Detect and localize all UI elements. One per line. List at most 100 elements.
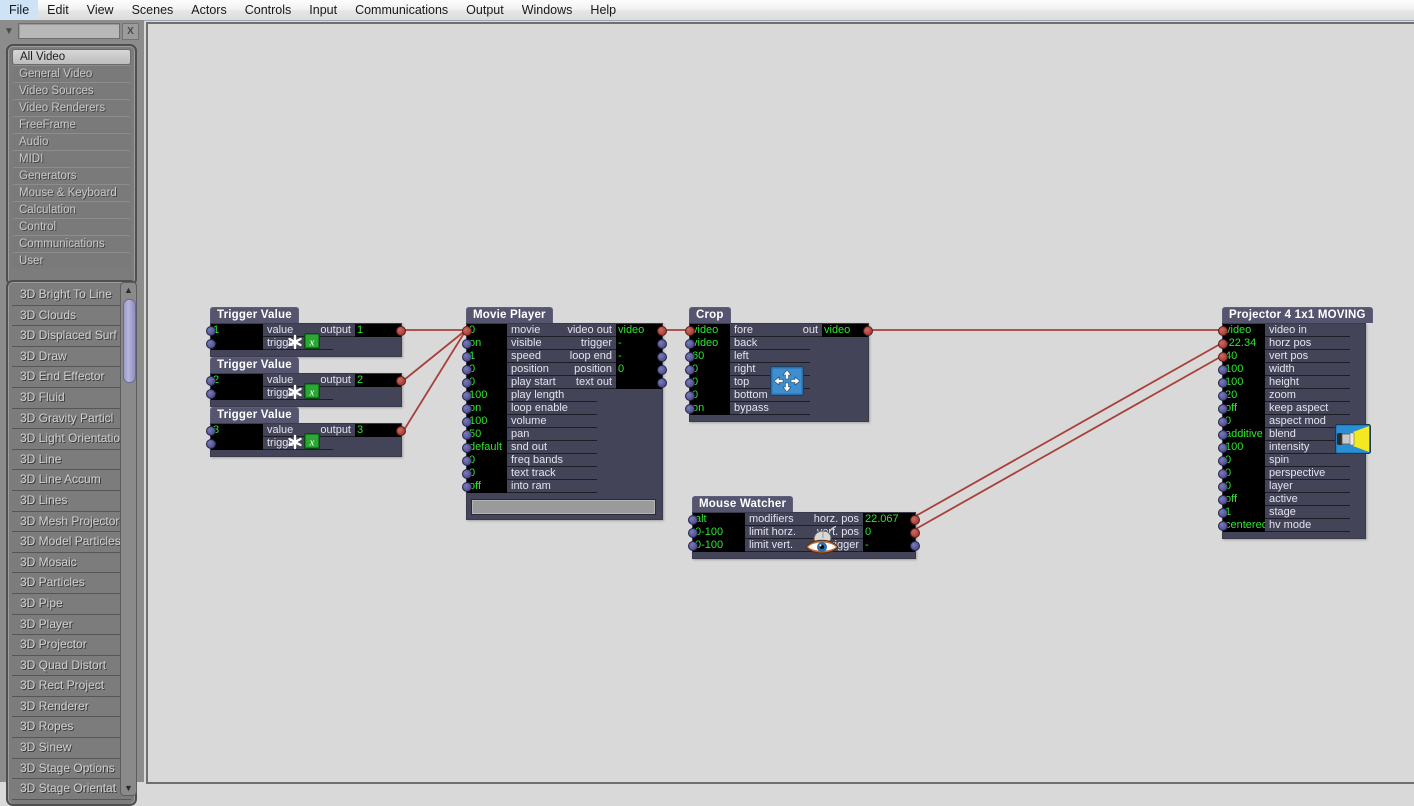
param-row[interactable]: 100 play length xyxy=(462,389,597,402)
param-value[interactable]: 100 xyxy=(1223,376,1265,389)
input-port[interactable] xyxy=(1218,521,1228,531)
category-item-midi[interactable]: MIDI xyxy=(12,150,131,167)
input-port[interactable] xyxy=(206,326,216,336)
actor-item[interactable]: 3D Line xyxy=(12,449,131,471)
input-port[interactable] xyxy=(1218,378,1228,388)
actor-item[interactable]: 3D Pipe xyxy=(12,593,131,615)
param-value[interactable]: 0-100 xyxy=(693,526,745,539)
actor-item[interactable]: 3D Rect Project xyxy=(12,676,131,697)
menu-item-scenes[interactable]: Scenes xyxy=(123,0,183,20)
input-port[interactable] xyxy=(1218,417,1228,427)
actor-item[interactable]: 3D Stage Orientat xyxy=(12,779,131,800)
actor-item[interactable]: 3D Projector xyxy=(12,635,131,656)
param-value[interactable]: 1 xyxy=(211,324,263,337)
output-value[interactable]: video xyxy=(616,324,662,337)
connection-wire[interactable] xyxy=(403,329,467,431)
param-row[interactable]: 100 intensity xyxy=(1218,441,1350,454)
param-row[interactable]: 0 aspect mod xyxy=(1218,415,1350,428)
param-row[interactable]: off active xyxy=(1218,493,1350,506)
input-port[interactable] xyxy=(1218,469,1228,479)
node-title-trigger-value-2[interactable]: Trigger Value xyxy=(210,357,299,373)
actor-item[interactable]: 3D Model Particles xyxy=(12,532,131,553)
output-value[interactable]: 0 xyxy=(863,526,915,539)
output-port[interactable] xyxy=(657,352,667,362)
input-port[interactable] xyxy=(462,326,472,336)
param-row[interactable]: 1 stage xyxy=(1218,506,1350,519)
menu-item-help[interactable]: Help xyxy=(581,0,625,20)
param-value[interactable]: - xyxy=(211,337,263,350)
category-item-communications[interactable]: Communications xyxy=(12,235,131,252)
output-value[interactable]: 22.067 xyxy=(863,513,915,526)
input-port[interactable] xyxy=(462,430,472,440)
actor-item[interactable]: 3D Mesh Projector xyxy=(12,511,131,533)
input-port[interactable] xyxy=(462,339,472,349)
category-item-generators[interactable]: Generators xyxy=(12,167,131,184)
param-row[interactable]: 0 text track xyxy=(462,467,597,480)
asterisk-icon[interactable] xyxy=(287,434,303,455)
input-port[interactable] xyxy=(206,439,216,449)
param-value[interactable]: 3 xyxy=(211,424,263,437)
node-movie-player[interactable]: Movie Player 0 movie on visible 1 speed 0 positi… xyxy=(462,305,667,520)
param-row[interactable]: 100 width xyxy=(1218,363,1350,376)
actor-item[interactable]: 3D Lines xyxy=(12,490,131,512)
output-port[interactable] xyxy=(657,365,667,375)
x-math-icon[interactable]: x xyxy=(304,433,320,454)
node-trigger-value-1[interactable]: Trigger Value1value-triggeroutput1x xyxy=(206,305,406,357)
asterisk-icon[interactable] xyxy=(287,384,303,405)
param-row[interactable]: 0 layer xyxy=(1218,480,1350,493)
param-row[interactable]: 0 freq bands xyxy=(462,454,597,467)
input-port[interactable] xyxy=(685,352,695,362)
actor-item[interactable]: 3D Clouds xyxy=(12,305,131,327)
param-value[interactable]: on xyxy=(690,402,730,415)
param-value[interactable]: 50 xyxy=(467,428,507,441)
node-title-mouse-watcher[interactable]: Mouse Watcher xyxy=(692,496,794,512)
param-value[interactable]: video xyxy=(690,337,730,350)
connection-wire[interactable] xyxy=(403,329,467,381)
input-port[interactable] xyxy=(206,339,216,349)
patch-canvas[interactable]: Trigger Value1value-triggeroutput1xTrigg… xyxy=(146,22,1414,784)
category-item-audio[interactable]: Audio xyxy=(12,133,131,150)
node-title-trigger-value-1[interactable]: Trigger Value xyxy=(210,307,299,323)
input-port[interactable] xyxy=(462,404,472,414)
eye-icon[interactable] xyxy=(805,535,839,562)
input-port[interactable] xyxy=(688,515,698,525)
clear-search-button[interactable]: X xyxy=(122,22,139,40)
actor-item[interactable]: 3D Ropes xyxy=(12,717,131,739)
param-value[interactable]: 0-100 xyxy=(693,539,745,552)
output-row[interactable]: loop end - xyxy=(526,350,667,363)
output-port[interactable] xyxy=(863,326,873,336)
actor-item[interactable]: 3D Player xyxy=(12,614,131,636)
param-value[interactable]: off xyxy=(1223,402,1265,415)
node-trigger-value-2[interactable]: Trigger Value2value-triggeroutput2x xyxy=(206,355,406,407)
connection-wire[interactable] xyxy=(913,355,1223,531)
node-mouse-watcher[interactable]: Mouse Watcher alt modifiers 0-100 limit horz… xyxy=(688,494,920,562)
output-row[interactable]: out video xyxy=(742,324,873,337)
param-value[interactable]: 0 xyxy=(690,376,730,389)
param-value[interactable]: 100 xyxy=(467,389,507,402)
input-port[interactable] xyxy=(462,352,472,362)
param-row[interactable]: additive blend xyxy=(1218,428,1350,441)
param-value[interactable]: 2 xyxy=(211,374,263,387)
input-port[interactable] xyxy=(1218,443,1228,453)
output-port[interactable] xyxy=(396,426,406,436)
param-value[interactable]: 0 xyxy=(690,363,730,376)
menu-item-output[interactable]: Output xyxy=(457,0,513,20)
param-value[interactable]: video xyxy=(690,324,730,337)
input-port[interactable] xyxy=(685,378,695,388)
playback-scrub-bar[interactable] xyxy=(471,499,656,515)
input-port[interactable] xyxy=(462,391,472,401)
param-value[interactable]: 40 xyxy=(1223,350,1265,363)
x-math-icon[interactable]: x xyxy=(304,383,320,404)
param-value[interactable]: 100 xyxy=(1223,363,1265,376)
input-port[interactable] xyxy=(685,391,695,401)
category-item-calculation[interactable]: Calculation xyxy=(12,201,131,218)
output-value[interactable]: 3 xyxy=(355,424,401,437)
output-value[interactable]: 0 xyxy=(616,363,662,376)
actor-item[interactable]: 3D Line Accum xyxy=(12,470,131,491)
menu-item-communications[interactable]: Communications xyxy=(346,0,457,20)
node-crop[interactable]: Crop video fore video back 60 left 0 right 0 top 0 b… xyxy=(685,305,873,422)
connection-wire[interactable] xyxy=(913,342,1223,518)
param-row[interactable]: 0 spin xyxy=(1218,454,1350,467)
param-row[interactable]: -22.34 horz pos xyxy=(1218,337,1350,350)
actor-list-scrollbar[interactable]: ▲ ▼ xyxy=(120,282,137,796)
